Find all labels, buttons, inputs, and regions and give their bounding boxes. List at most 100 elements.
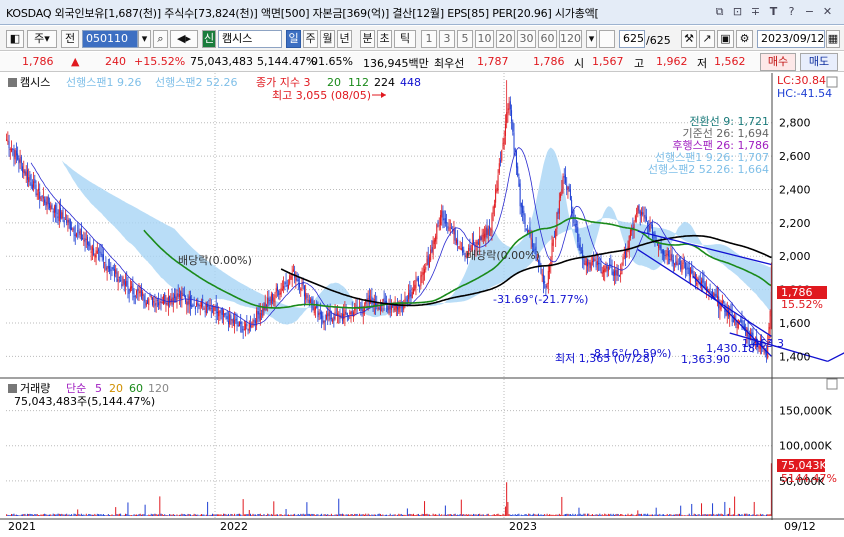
- window-link-icon[interactable]: ⧉: [712, 4, 727, 19]
- interval-1[interactable]: 1: [421, 30, 437, 48]
- code-dropdown-icon[interactable]: ▾: [138, 30, 151, 48]
- volume-bar: [447, 514, 449, 516]
- volume-bar: [99, 514, 101, 516]
- legend-ma224: 224: [374, 76, 395, 89]
- volume-bar: [413, 513, 415, 516]
- font-icon[interactable]: T: [766, 4, 781, 19]
- volume-bar: [460, 499, 462, 516]
- volume-bar: [758, 515, 760, 516]
- volume-bar: [247, 514, 249, 516]
- volume-bar: [602, 515, 604, 516]
- legend-ma448: 448: [400, 76, 421, 89]
- period-minute[interactable]: 분: [360, 30, 375, 48]
- candle: [474, 246, 476, 247]
- settings-icon[interactable]: ⚙: [736, 30, 753, 48]
- price-volume-chart[interactable]: 1,4001,6001,8002,0002,2002,4002,6002,800…: [0, 73, 844, 534]
- candle: [223, 310, 225, 317]
- candle: [596, 261, 598, 265]
- volume-bar: [161, 514, 163, 516]
- volume-bar: [310, 514, 312, 516]
- stock-code-input[interactable]: 050110: [82, 30, 138, 48]
- period-week[interactable]: 주: [303, 30, 318, 48]
- candle: [137, 288, 139, 292]
- candle: [508, 103, 510, 111]
- volume-bar: [384, 514, 386, 516]
- jeon-button[interactable]: 전: [61, 30, 79, 48]
- volume-bar: [721, 514, 723, 516]
- period-year[interactable]: 년: [337, 30, 352, 48]
- candle: [417, 277, 419, 287]
- candle: [451, 227, 453, 230]
- candle: [240, 321, 242, 325]
- volume-bar: [621, 514, 623, 516]
- volume-bar: [411, 514, 413, 516]
- pin-icon[interactable]: ∓: [748, 4, 763, 19]
- interval-3[interactable]: 3: [439, 30, 455, 48]
- candle: [49, 203, 51, 208]
- count-input[interactable]: 625: [619, 30, 645, 48]
- volume-bar: [131, 515, 133, 516]
- volume-bar: [579, 513, 581, 516]
- period-day[interactable]: 일: [286, 30, 301, 48]
- volume-bar: [121, 515, 123, 516]
- candle: [518, 176, 520, 187]
- calendar-icon[interactable]: ▦: [826, 30, 840, 48]
- candle: [100, 252, 102, 255]
- period-second[interactable]: 초: [377, 30, 392, 48]
- candle: [123, 279, 125, 285]
- volume-bar: [136, 514, 138, 516]
- candle: [688, 267, 690, 276]
- candle: [558, 200, 560, 214]
- layout-icon[interactable]: ◧: [6, 30, 24, 48]
- volume-bar: [155, 514, 157, 516]
- volume-bar: [20, 514, 22, 516]
- drawing-icon[interactable]: ↗: [699, 30, 715, 48]
- prev-next-icon[interactable]: ◀▸: [170, 30, 198, 48]
- volume-bar: [115, 507, 117, 516]
- volume-bar: [33, 514, 35, 516]
- stock-name-field[interactable]: 캠시스: [218, 30, 282, 48]
- candle: [102, 254, 104, 260]
- candle: [681, 264, 683, 273]
- interval-dropdown-icon[interactable]: ▾: [586, 30, 597, 48]
- indicator-icon[interactable]: ⚒: [681, 30, 697, 48]
- candle: [6, 139, 8, 142]
- window-split-icon[interactable]: ⊡: [730, 4, 745, 19]
- interval-10[interactable]: 10: [475, 30, 494, 48]
- interval-60[interactable]: 60: [538, 30, 557, 48]
- help-icon[interactable]: ?: [784, 4, 799, 19]
- candle: [621, 268, 623, 275]
- volume-bar: [691, 503, 693, 516]
- volume-bar: [356, 513, 358, 516]
- search-icon[interactable]: ⌕: [153, 30, 168, 48]
- volume-bar: [672, 514, 674, 516]
- candle: [739, 321, 741, 323]
- volume-bar: [436, 514, 438, 516]
- chart-area[interactable]: 1,4001,6001,8002,0002,2002,4002,6002,800…: [0, 73, 844, 534]
- volume-bar: [101, 514, 103, 516]
- interval-5[interactable]: 5: [457, 30, 473, 48]
- candle: [614, 270, 616, 276]
- volume-bar: [71, 514, 73, 516]
- interval-30[interactable]: 30: [517, 30, 536, 48]
- interval-input[interactable]: [599, 30, 615, 48]
- candle: [193, 304, 195, 306]
- date-input[interactable]: 2023/09/12: [757, 30, 825, 48]
- period-month[interactable]: 월: [320, 30, 335, 48]
- period-tick[interactable]: 틱: [394, 30, 416, 48]
- buy-button[interactable]: 매수: [760, 53, 796, 71]
- minimize-icon[interactable]: −: [802, 4, 817, 19]
- save-icon[interactable]: ▣: [717, 30, 734, 48]
- candle: [278, 290, 280, 296]
- ju-select[interactable]: 주▾: [27, 30, 57, 48]
- candle: [77, 230, 79, 232]
- interval-20[interactable]: 20: [496, 30, 515, 48]
- sell-button[interactable]: 매도: [800, 53, 838, 71]
- volume-menu-icon[interactable]: [8, 384, 17, 393]
- candle: [504, 123, 506, 136]
- volume-bar: [67, 514, 69, 516]
- close-icon[interactable]: ✕: [820, 4, 835, 19]
- interval-120[interactable]: 120: [559, 30, 582, 48]
- volume-bar: [558, 513, 560, 516]
- panel-menu-icon[interactable]: [8, 78, 17, 87]
